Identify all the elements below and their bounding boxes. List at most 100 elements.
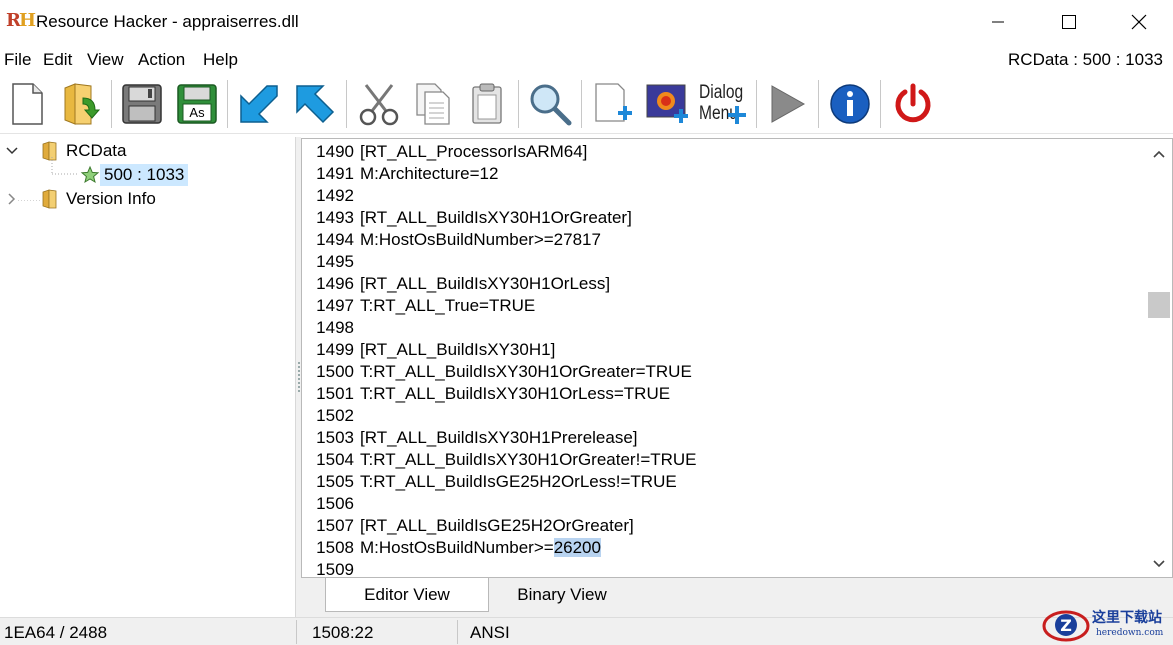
open-button[interactable] [58, 78, 108, 130]
about-button[interactable] [825, 78, 875, 130]
chevron-down-icon[interactable] [4, 143, 20, 159]
code-line[interactable]: M:HostOsBuildNumber>=27817 [360, 229, 601, 251]
add-resource-icon [595, 83, 632, 122]
watermark-logo: Z 这里下载站 heredown.com [1040, 606, 1170, 644]
line-number: 1490 [316, 142, 354, 161]
scrollbar-thumb[interactable] [1148, 292, 1170, 318]
toolbar-separator [818, 80, 819, 128]
toolbar-separator [518, 80, 519, 128]
info-icon [830, 84, 870, 124]
code-line-text: M:Architecture=12 [360, 164, 499, 183]
line-number: 1492 [316, 186, 354, 205]
dialog-menu-plus-icon [728, 106, 746, 124]
code-line-text: [RT_ALL_BuildIsXY30H1OrLess] [360, 274, 611, 293]
menu-help[interactable]: Help [203, 50, 238, 70]
minimize-button[interactable] [975, 0, 1021, 44]
vertical-scrollbar[interactable] [1146, 139, 1172, 577]
window-title: Resource Hacker - appraiserres.dll [36, 12, 299, 31]
open-folder-icon [64, 83, 101, 125]
selected-text[interactable]: 26200 [553, 538, 601, 557]
menu-edit[interactable]: Edit [43, 50, 72, 70]
code-editor[interactable]: 1490 1491 1492 1493 1494 1495 1496 1497 1498 1499… [301, 138, 1173, 578]
cut-button[interactable] [354, 78, 404, 130]
code-line[interactable]: M:Architecture=12 [360, 163, 498, 185]
line-number: 1508 [316, 538, 354, 557]
line-number: 1496 [316, 274, 354, 293]
watermark-en-text: heredown.com [1096, 628, 1164, 638]
line-number: 1497 [316, 296, 354, 315]
forward-button[interactable] [290, 78, 340, 130]
code-line[interactable]: [RT_ALL_BuildIsXY30H1OrGreater] [360, 207, 632, 229]
code-line[interactable]: M:HostOsBuildNumber>=26200 [360, 537, 601, 559]
save-button[interactable] [117, 78, 167, 130]
code-line[interactable]: [RT_ALL_BuildIsGE25H2OrGreater] [360, 515, 634, 537]
paste-icon [472, 83, 502, 124]
star-icon [80, 165, 100, 184]
toolbar-separator [756, 80, 757, 128]
line-number: 1504 [316, 450, 354, 469]
line-number: 1494 [316, 230, 354, 249]
forward-arrow-icon [296, 85, 335, 124]
menu-action[interactable]: Action [138, 50, 185, 70]
line-number: 1495 [316, 252, 354, 271]
line-number: 1506 [316, 494, 354, 513]
menu-view[interactable]: View [87, 50, 124, 70]
toolbar-separator [111, 80, 112, 128]
scroll-down-icon[interactable] [1150, 555, 1168, 573]
close-button[interactable] [1116, 0, 1162, 44]
new-file-button[interactable] [2, 78, 52, 130]
code-line-text: T:RT_ALL_BuildIsGE25H2OrLess!=TRUE [360, 472, 677, 491]
add-resource-button[interactable] [588, 78, 638, 130]
dialog-menu-line1: Dialog [699, 82, 744, 103]
tab-binary-view-label: Binary View [517, 585, 607, 604]
search-button[interactable] [525, 78, 575, 130]
code-line[interactable]: T:RT_ALL_BuildIsXY30H1OrGreater!=TRUE [360, 449, 697, 471]
code-line[interactable]: [RT_ALL_BuildIsXY30H1] [360, 339, 555, 361]
toolbar: As Dialog Menu [0, 74, 1173, 134]
tab-editor-view[interactable]: Editor View [325, 578, 489, 612]
toolbar-separator [227, 80, 228, 128]
toolbar-separator [581, 80, 582, 128]
line-number: 1493 [316, 208, 354, 227]
status-encoding: ANSI [470, 623, 510, 642]
code-line[interactable]: T:RT_ALL_BuildIsXY30H1OrGreater=TRUE [360, 361, 692, 383]
add-image-icon [646, 84, 688, 123]
add-image-button[interactable] [643, 78, 693, 130]
copy-icon [416, 83, 450, 125]
line-number: 1499 [316, 340, 354, 359]
code-line[interactable]: [RT_ALL_ProcessorIsARM64] [360, 141, 587, 163]
back-arrow-icon [240, 85, 278, 123]
copy-button[interactable] [408, 78, 458, 130]
save-as-button[interactable]: As [172, 78, 222, 130]
watermark-emblem-icon: Z [1042, 610, 1090, 642]
line-number: 1500 [316, 362, 354, 381]
resource-tree: RCData 500 : 1033 Version Info [0, 137, 296, 617]
watermark-cn-text: 这里下载站 [1092, 610, 1162, 626]
cut-icon [359, 84, 399, 126]
splitter-grip[interactable] [298, 362, 300, 392]
run-icon [771, 85, 806, 123]
menu-file[interactable]: File [4, 50, 31, 70]
code-line-text: T:RT_ALL_True=TRUE [360, 296, 536, 315]
tree-connector-lines [18, 200, 40, 201]
code-line[interactable]: T:RT_ALL_BuildIsXY30H1OrLess=TRUE [360, 383, 670, 405]
back-button[interactable] [234, 78, 284, 130]
run-button[interactable] [762, 78, 812, 130]
code-line[interactable]: T:RT_ALL_True=TRUE [360, 295, 535, 317]
svg-text:As: As [189, 105, 205, 120]
exit-button[interactable] [888, 78, 938, 130]
line-number: 1507 [316, 516, 354, 535]
paste-button[interactable] [462, 78, 512, 130]
tree-node-500-1033[interactable]: 500 : 1033 [80, 163, 189, 187]
menu-bar: File Edit View Action Help RCData : 500 … [0, 46, 1173, 74]
code-line[interactable]: [RT_ALL_BuildIsXY30H1OrLess] [360, 273, 610, 295]
line-number: 1505 [316, 472, 354, 491]
tab-binary-view[interactable]: Binary View [497, 578, 627, 612]
scroll-up-icon[interactable] [1150, 145, 1168, 163]
code-line[interactable]: [RT_ALL_BuildIsXY30H1Prerelease] [360, 427, 638, 449]
line-number: 1503 [316, 428, 354, 447]
status-separator [457, 620, 458, 644]
maximize-button[interactable] [1046, 0, 1092, 44]
line-number: 1509 [316, 560, 354, 578]
code-line[interactable]: T:RT_ALL_BuildIsGE25H2OrLess!=TRUE [360, 471, 677, 493]
